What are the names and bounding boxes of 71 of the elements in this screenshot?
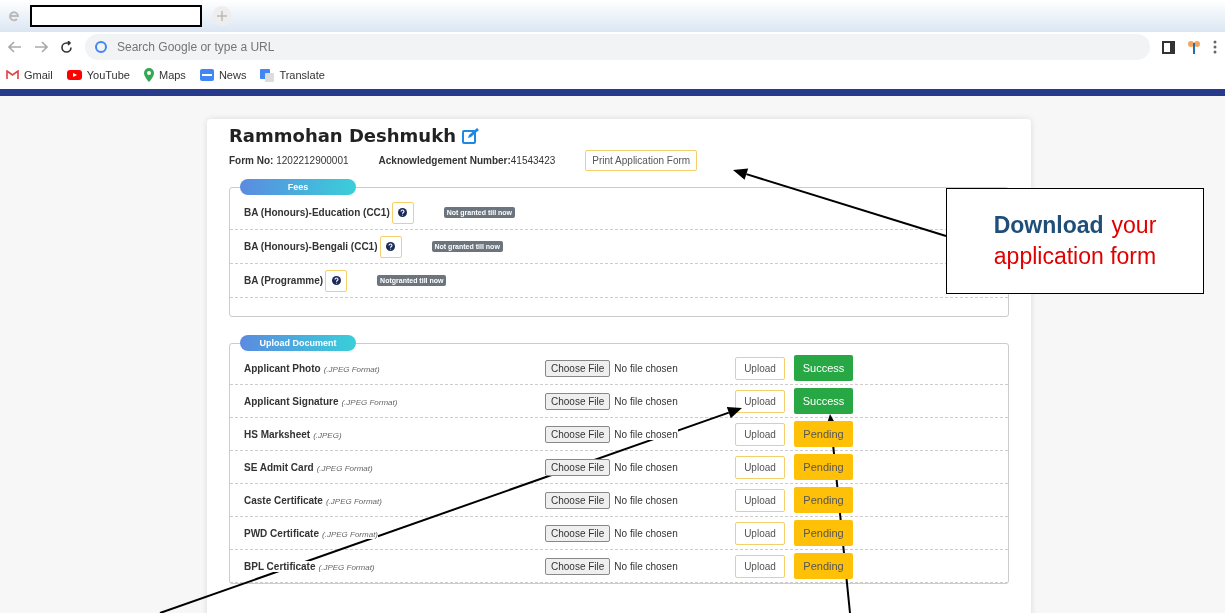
- question-icon: [331, 276, 341, 285]
- acknowledgement-number: Acknowledgement Number:41543423: [378, 155, 556, 166]
- map-pin-icon: [143, 68, 154, 82]
- translate-icon: [260, 68, 275, 82]
- document-name: PWD Certificate (.JPEG Format): [244, 527, 379, 539]
- side-panel-icon[interactable]: [1162, 40, 1175, 54]
- document-name: HS Marksheet (.JPEG): [244, 428, 342, 440]
- course-name: BA (Honours)-Bengali (CC1): [244, 241, 378, 252]
- applicant-name: Rammohan Deshmukh: [229, 125, 1009, 146]
- search-icon: [95, 41, 107, 53]
- address-bar[interactable]: Search Google or type a URL: [85, 34, 1150, 60]
- edit-icon[interactable]: [461, 127, 479, 144]
- choose-file-button[interactable]: Choose File: [545, 458, 611, 476]
- help-button[interactable]: [325, 269, 348, 292]
- section-heading: Upload Document: [240, 335, 356, 351]
- more-menu-icon[interactable]: [1213, 40, 1217, 54]
- bookmark-link[interactable]: Maps: [143, 68, 186, 82]
- choose-file-button[interactable]: Choose File: [545, 392, 611, 410]
- callout-text: application form: [993, 243, 1157, 270]
- play-icon: [66, 70, 82, 80]
- plus-icon: [217, 11, 227, 21]
- upload-button[interactable]: Upload: [735, 488, 785, 512]
- choose-file-button[interactable]: Choose File: [545, 524, 611, 542]
- document-name: BPL Certificate (.JPEG Format): [244, 560, 375, 572]
- file-status: No file chosen: [614, 494, 678, 506]
- bookmark-link[interactable]: News: [199, 69, 247, 81]
- upload-button[interactable]: Upload: [735, 422, 785, 446]
- newspaper-icon: [199, 69, 214, 81]
- extension-icon[interactable]: [1187, 39, 1201, 55]
- reload-icon[interactable]: [60, 40, 73, 54]
- browser-logo-icon: [8, 10, 20, 22]
- file-status: No file chosen: [614, 560, 678, 572]
- file-status: No file chosen: [614, 461, 678, 473]
- bookmark-link[interactable]: YouTube: [66, 69, 130, 81]
- question-icon: [386, 242, 395, 251]
- upload-button[interactable]: Upload: [735, 455, 785, 479]
- form-number: Form No: 1202212900001: [229, 155, 349, 166]
- section-heading: Fees: [240, 179, 356, 195]
- file-status: No file chosen: [614, 527, 678, 539]
- file-status: No file chosen: [614, 395, 678, 407]
- upload-status-button[interactable]: Pending: [794, 520, 853, 546]
- file-status: No file chosen: [614, 362, 678, 374]
- upload-status-button[interactable]: Pending: [794, 487, 853, 513]
- choose-file-button[interactable]: Choose File: [545, 425, 611, 443]
- choose-file-button[interactable]: Choose File: [545, 491, 611, 509]
- upload-status-button[interactable]: Pending: [794, 454, 853, 480]
- upload-button[interactable]: Upload: [735, 554, 785, 578]
- upload-button[interactable]: Upload: [735, 356, 785, 380]
- callout-text: Download: [993, 212, 1104, 239]
- document-name: Caste Certificate (.JPEG Format): [244, 494, 382, 506]
- course-name: BA (Honours)-Education (CC1): [244, 207, 390, 218]
- document-name: Applicant Photo (.JPEG Format): [244, 362, 380, 374]
- bookmark-link[interactable]: Translate: [260, 68, 325, 82]
- question-icon: [398, 208, 408, 217]
- mail-icon: [6, 70, 19, 80]
- address-input[interactable]: Search Google or type a URL: [115, 39, 419, 55]
- document-name: Applicant Signature (.JPEG Format): [244, 395, 398, 407]
- upload-button[interactable]: Upload: [735, 389, 785, 413]
- help-button[interactable]: [391, 201, 414, 224]
- callout-text: your: [1111, 212, 1157, 239]
- choose-file-button[interactable]: Choose File: [545, 359, 611, 377]
- upload-button[interactable]: Upload: [735, 521, 785, 545]
- help-button[interactable]: [379, 235, 402, 258]
- course-name: BA (Programme): [244, 275, 324, 286]
- document-name: SE Admit Card (.JPEG Format): [244, 461, 373, 473]
- bookmark-link[interactable]: Gmail: [6, 69, 53, 81]
- print-application-button[interactable]: Print Application Form: [585, 150, 698, 171]
- file-status: No file chosen: [614, 428, 678, 440]
- upload-status-button[interactable]: Pending: [794, 421, 853, 447]
- upload-status-button[interactable]: Pending: [794, 553, 853, 579]
- choose-file-button[interactable]: Choose File: [545, 557, 611, 575]
